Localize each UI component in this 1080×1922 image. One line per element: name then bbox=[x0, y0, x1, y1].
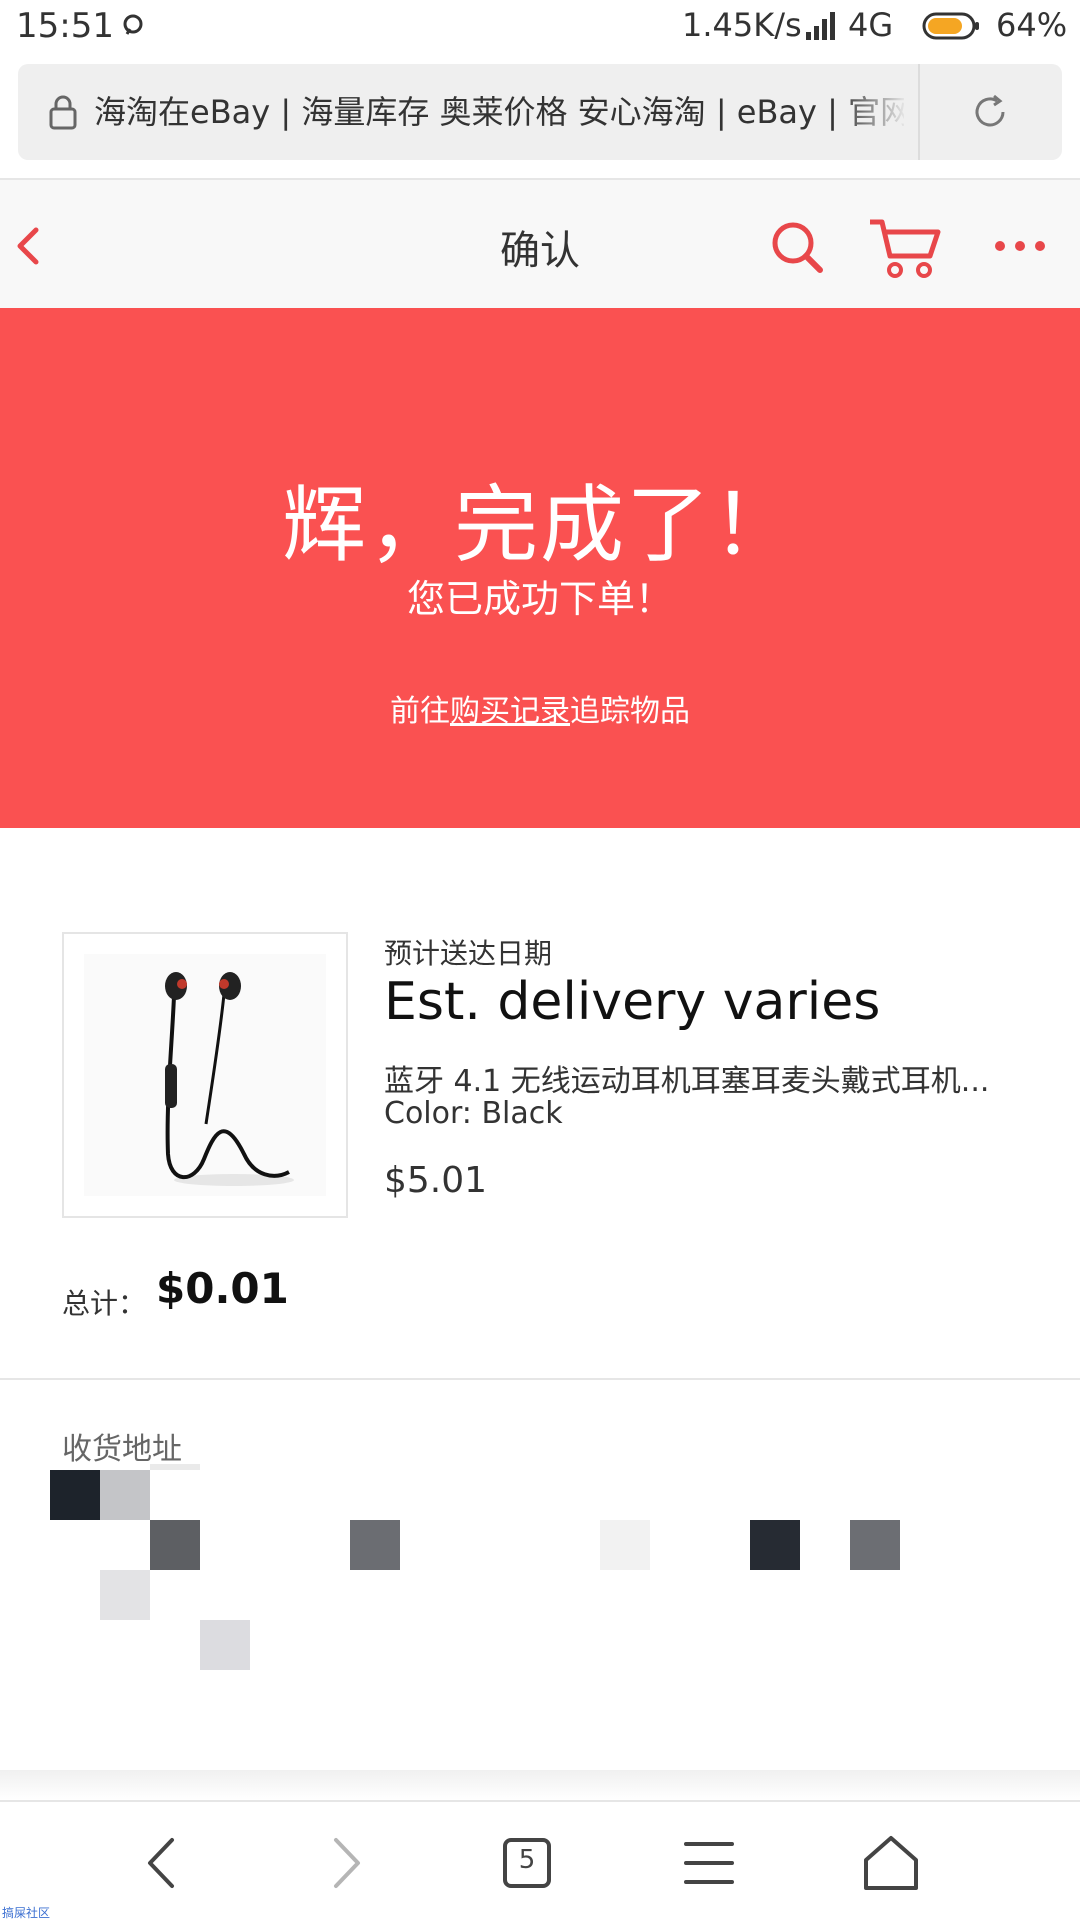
success-subtitle: 您已成功下单！ bbox=[406, 577, 673, 621]
redacted-block bbox=[150, 1520, 200, 1570]
browser-bottom-nav: 5 bbox=[0, 1800, 1080, 1922]
battery-percent: 64% bbox=[996, 6, 1068, 44]
battery-icon bbox=[922, 12, 979, 40]
network-type: 4G bbox=[848, 6, 894, 44]
home-icon[interactable] bbox=[856, 1828, 926, 1898]
more-icon[interactable] bbox=[992, 238, 1048, 254]
url-fade bbox=[838, 64, 908, 160]
url-text[interactable]: 海淘在eBay | 海量库存 奥莱价格 安心海淘 | eBay | 官网 bbox=[94, 88, 904, 136]
message-icon bbox=[123, 14, 143, 35]
signal-icon bbox=[806, 12, 835, 40]
item-image[interactable] bbox=[62, 932, 348, 1218]
redacted-block bbox=[150, 1464, 200, 1470]
nav-forward-icon[interactable] bbox=[310, 1828, 380, 1898]
eta-label: 预计送达日期 bbox=[384, 937, 553, 970]
tab-count: 5 bbox=[518, 1845, 536, 1875]
status-time: 15:51 bbox=[16, 6, 114, 46]
eta-value: Est. delivery varies bbox=[384, 972, 881, 1032]
redacted-block bbox=[50, 1470, 100, 1520]
section-divider bbox=[0, 1378, 1080, 1380]
lock-icon bbox=[49, 95, 77, 130]
url-divider bbox=[918, 64, 920, 160]
purchase-history-link[interactable]: 购买记录 bbox=[450, 694, 570, 729]
total-value: $0.01 bbox=[156, 1264, 289, 1313]
redacted-block bbox=[600, 1520, 650, 1570]
earphones-image bbox=[84, 954, 326, 1196]
bottom-shadow bbox=[0, 1770, 1080, 1800]
status-bar: 15:51 1.45K/s 4G 64% bbox=[0, 0, 1080, 56]
search-icon[interactable] bbox=[770, 220, 824, 274]
success-banner: 辉，完成了！ 您已成功下单！ 前往购买记录追踪物品 bbox=[0, 308, 1080, 828]
item-variant: Color: Black bbox=[384, 1096, 563, 1131]
redacted-block bbox=[200, 1620, 250, 1670]
success-headline: 辉，完成了！ bbox=[281, 476, 798, 574]
total-label: 总计： bbox=[62, 1287, 147, 1320]
redacted-block bbox=[100, 1470, 150, 1520]
track-prefix: 前往 bbox=[390, 694, 450, 729]
url-bar[interactable]: 海淘在eBay | 海量库存 奥莱价格 安心海淘 | eBay | 官网 bbox=[18, 64, 1062, 160]
redacted-block bbox=[850, 1520, 900, 1570]
menu-icon[interactable] bbox=[674, 1828, 744, 1898]
redacted-block bbox=[750, 1520, 800, 1570]
net-speed: 1.45K/s bbox=[682, 6, 802, 44]
track-suffix: 追踪物品 bbox=[570, 694, 690, 729]
item-name[interactable]: 蓝牙 4.1 无线运动耳机耳塞耳麦头戴式耳机... bbox=[384, 1056, 1024, 1100]
redacted-block bbox=[350, 1520, 400, 1570]
item-price: $5.01 bbox=[384, 1160, 488, 1201]
track-line: 前往购买记录追踪物品 bbox=[0, 686, 1080, 730]
app-header: 确认 bbox=[0, 178, 1080, 310]
cart-icon[interactable] bbox=[868, 218, 942, 280]
reload-icon[interactable] bbox=[970, 92, 1010, 132]
nav-back-icon[interactable] bbox=[128, 1828, 198, 1898]
watermark-text: 搞屎社区 bbox=[2, 1906, 51, 1920]
tabs-button[interactable]: 5 bbox=[492, 1828, 562, 1898]
address-label: 收货地址 bbox=[62, 1432, 182, 1467]
redacted-block bbox=[100, 1570, 150, 1620]
